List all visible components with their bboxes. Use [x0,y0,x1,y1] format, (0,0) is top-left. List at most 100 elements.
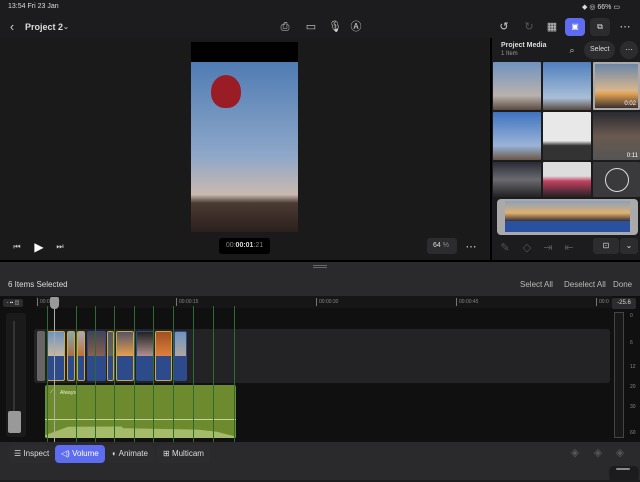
audio-level-value: -25.6 [612,298,636,309]
battery-icon: ▭ [613,4,620,11]
meter-label: 0 [630,313,633,319]
clip-boundary-marker [134,306,135,442]
clip-boundary-marker [76,306,77,442]
ruler-label: 00:00:45 [456,298,478,306]
media-thumb[interactable] [543,162,591,197]
fader-knob[interactable] [8,411,21,433]
video-clip[interactable] [77,331,85,381]
media-thumb[interactable] [493,112,541,160]
microphone-icon[interactable]: 🎙 [327,19,343,35]
tag-icon[interactable]: ◇ [519,240,535,256]
media-count: 1 Item [501,51,518,57]
video-frame [191,42,298,232]
video-clip[interactable] [116,331,134,381]
redo-icon[interactable]: ↻ [521,19,537,35]
media-thumb[interactable] [493,162,541,197]
ruler-label: 00:00:30 [316,298,338,306]
next-keyframe-icon[interactable]: ◈ [590,445,606,461]
undo-icon[interactable]: ↺ [496,19,512,35]
camera-icon[interactable]: ▭ [303,19,319,35]
media-thumb[interactable]: 0:11 [593,112,640,160]
clip-boundary-marker [47,306,48,442]
items-selected-label: 6 Items Selected [8,280,68,289]
video-preview [191,62,298,232]
duration-label: 0:11 [626,153,638,159]
animate-icon: ◐ [112,449,117,458]
play-icon[interactable]: ▶ [31,239,47,255]
volume-line[interactable] [45,419,236,420]
back-icon[interactable]: ‹ [4,19,20,35]
ruler-label: 00:00:15 [176,298,198,306]
media-more-button[interactable]: ⋯ [620,41,638,59]
zoom-field[interactable]: 64 % [427,238,457,254]
media-thumb[interactable] [543,112,591,160]
video-clip[interactable] [107,331,114,381]
video-clip[interactable] [136,331,154,381]
audio-waveform [45,426,236,438]
resize-handle[interactable] [313,265,327,268]
clip-preview-trimmer[interactable] [497,199,638,235]
more-icon[interactable]: ⋯ [617,19,633,35]
add-media-button[interactable]: ⧉ [590,18,610,36]
media-thumb[interactable] [493,62,541,110]
voiceover-icon[interactable]: Ⓐ [348,19,364,35]
inspect-button[interactable]: ☰ Inspect [8,445,56,463]
video-clip[interactable] [87,331,106,381]
playhead[interactable] [54,298,55,442]
insert-icon[interactable]: ⇥ [540,240,556,256]
skip-back-icon[interactable]: ⏮ [9,239,25,255]
connect-icon[interactable]: ⇤ [561,240,577,256]
timecode-display: 00:00:01:21 [219,238,270,254]
search-icon[interactable]: ⌕ [564,42,580,58]
layout-icon[interactable]: ▦ [544,19,560,35]
media-thumb[interactable] [593,162,640,197]
clip-handle[interactable] [37,331,45,381]
viewer: ⏮ ▶ ⏭ 00:00:01:21 64 % ⋯ [0,38,489,260]
wifi-icon: ◆ ◎ [582,4,598,11]
add-keyframe-icon[interactable]: ◈ [612,445,628,461]
media-browser-button[interactable]: ▣ [565,18,585,36]
deselect-all-button[interactable]: Deselect All [564,280,606,289]
meter-label: 30 [630,404,636,410]
skip-forward-icon[interactable]: ⏭ [52,239,68,255]
video-clip[interactable] [155,331,172,381]
append-button[interactable]: ⊡ [593,238,619,254]
more-icon[interactable]: ⋯ [463,239,479,255]
animate-button[interactable]: ◐ Animate [106,445,154,463]
clip-boundary-marker [95,306,96,442]
speaker-icon: ◁) [61,449,70,458]
video-clip[interactable] [174,331,187,381]
chevron-down-button[interactable]: ⌄ [620,238,638,254]
volume-button[interactable]: ◁) Volume [55,445,105,463]
bottom-toolbar: ☰ Inspect ◁) Volume ◐ Animate ⊞ Multicam… [0,442,640,482]
media-thumb-selected[interactable]: 0:02 [593,62,640,110]
chevron-down-icon[interactable]: ⌄ [58,19,74,35]
media-title: Project Media [501,42,547,49]
inspect-icon: ☰ [14,449,22,458]
status-time: 13:54 Fri 23 Jan [8,3,59,10]
video-clip[interactable] [67,331,75,381]
audio-clip[interactable]: ⟋ Always [45,385,236,438]
volume-fader[interactable] [6,313,26,437]
export-icon[interactable]: ⎙ [277,19,293,35]
append-icon: ⊡ [602,241,610,250]
done-button[interactable]: Done [613,280,632,289]
playhead-handle[interactable] [50,297,59,309]
meter-label: 6 [630,340,633,346]
multicam-button[interactable]: ⊞ Multicam [157,445,210,463]
previous-keyframe-icon[interactable]: ◈ [567,445,583,461]
multicam-icon: ⊞ [163,449,170,458]
meter-label: 12 [630,364,636,370]
clip-boundary-marker [173,306,174,442]
select-button[interactable]: Select [584,41,616,59]
photo-icon: ▣ [571,22,579,31]
balloon-image [211,75,241,108]
select-all-button[interactable]: Select All [520,280,553,289]
clip-boundary-marker [193,306,194,442]
video-clip[interactable] [47,331,65,381]
clip-boundary-marker [153,306,154,442]
edit-icon[interactable]: ✎ [497,240,513,256]
duration-label: 0:02 [624,101,636,107]
media-thumb[interactable] [543,62,591,110]
audio-toggle-button[interactable]: - ▪▪ ◫ [3,299,23,307]
